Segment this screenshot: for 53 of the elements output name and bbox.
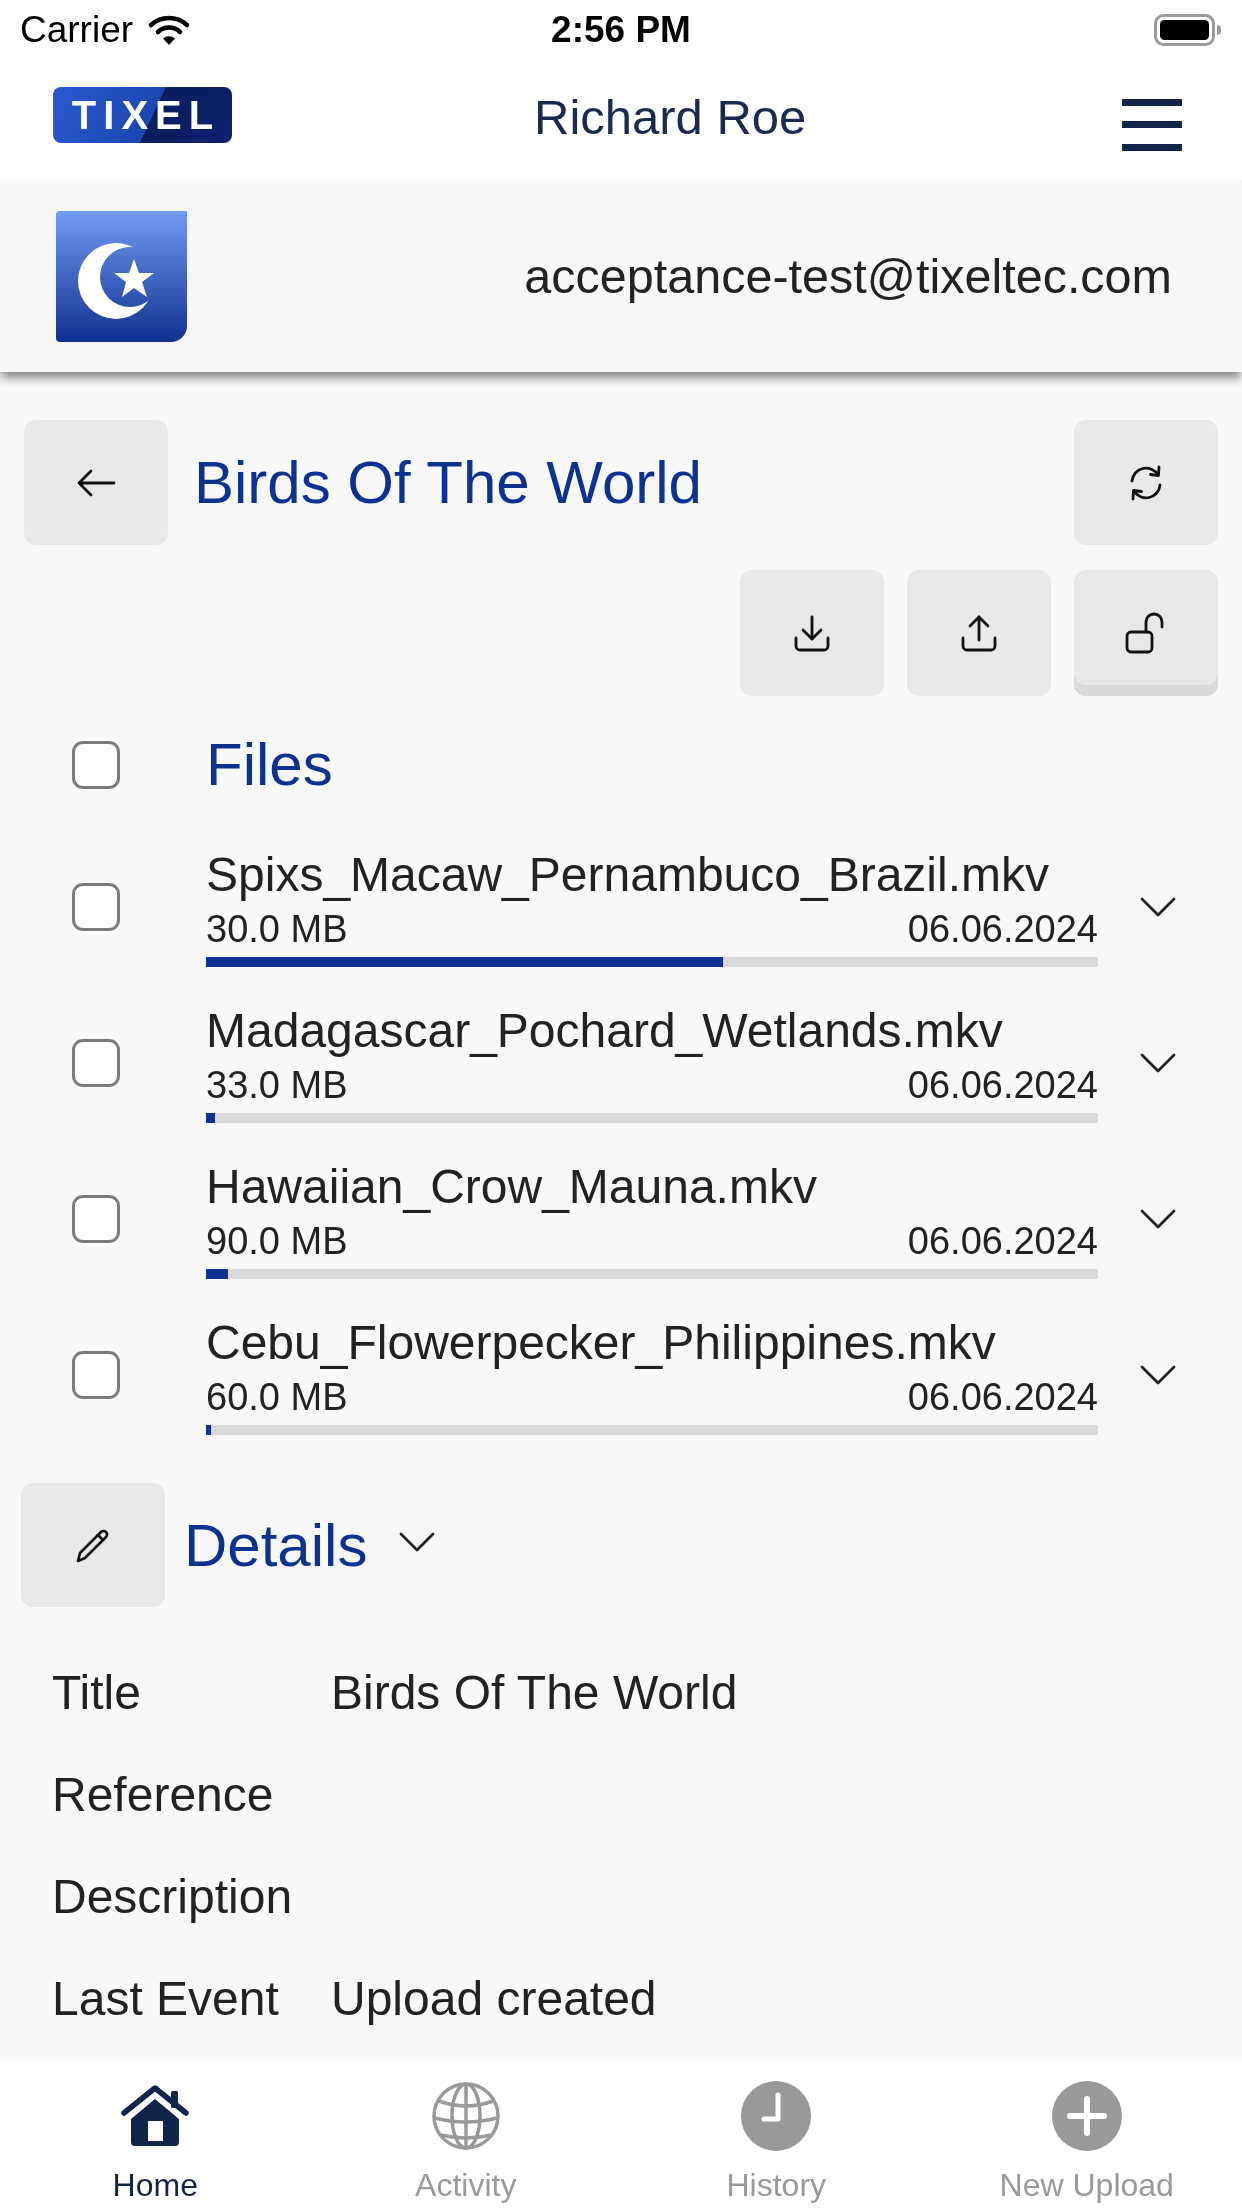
file-date: 06.06.2024 xyxy=(907,1219,1098,1263)
clock-icon xyxy=(741,2081,812,2151)
file-name: Madagascar_Pochard_Wetlands.mkv xyxy=(206,1003,1004,1059)
field-value: Birds Of The World xyxy=(331,1664,738,1720)
tab-bar-item[interactable]: Activity xyxy=(310,2060,621,2208)
account-email: acceptance-test@tixeltec.com xyxy=(524,248,1172,304)
field-label: Last Event xyxy=(52,1970,280,2026)
tab-bar-item[interactable]: New Upload xyxy=(931,2060,1242,2208)
file-name: Cebu_Flowerpecker_Philippines.mkv xyxy=(206,1315,997,1371)
menu-icon[interactable] xyxy=(1122,99,1182,151)
tab-bar-item[interactable]: History xyxy=(621,2060,932,2208)
upload-icon xyxy=(959,613,999,653)
chevron-down-icon[interactable] xyxy=(1140,1208,1176,1229)
field-label: Reference xyxy=(52,1766,275,1822)
checkbox[interactable] xyxy=(72,1350,120,1399)
file-date: 06.06.2024 xyxy=(907,1375,1098,1419)
chevron-down-icon[interactable] xyxy=(1140,1364,1176,1385)
battery-icon xyxy=(1154,14,1222,46)
user-name: Richard Roe xyxy=(534,89,807,145)
chevron-down-icon[interactable] xyxy=(1140,896,1176,917)
carrier-name: Carrier xyxy=(20,9,134,51)
download-button[interactable] xyxy=(740,570,884,696)
chevron-down-icon[interactable] xyxy=(1140,1052,1176,1073)
wifi-icon xyxy=(147,14,192,46)
checkbox[interactable] xyxy=(72,882,120,931)
field-label: Title xyxy=(52,1664,142,1720)
upload-button[interactable] xyxy=(907,570,1051,696)
file-name: Spixs_Macaw_Pernambuco_Brazil.mkv xyxy=(206,847,1050,903)
file-size: 90.0 MB xyxy=(206,1219,348,1263)
folder-title: Birds Of The World xyxy=(194,448,702,517)
file-date: 06.06.2024 xyxy=(907,1063,1098,1107)
clock-time: 2:56 PM xyxy=(551,9,691,51)
file-size: 30.0 MB xyxy=(206,907,348,951)
chevron-down-icon[interactable] xyxy=(399,1532,436,1552)
file-size: 33.0 MB xyxy=(206,1063,348,1107)
file-name: Hawaiian_Crow_Mauna.mkv xyxy=(206,1159,818,1215)
house-icon xyxy=(120,2085,191,2147)
section-heading: Details xyxy=(184,1510,368,1580)
brand-logo: TIXEL xyxy=(53,87,232,143)
field-value: Upload created xyxy=(331,1970,657,2026)
back-arrow-icon xyxy=(76,467,116,498)
field-label: Description xyxy=(52,1868,294,1924)
tab-bar-item[interactable]: Home xyxy=(0,2060,311,2208)
checkbox[interactable] xyxy=(72,1038,120,1087)
globe-icon xyxy=(430,2081,501,2151)
download-icon xyxy=(792,613,832,653)
checkbox[interactable] xyxy=(72,1194,120,1243)
lock-button[interactable] xyxy=(1074,570,1218,696)
section-heading: Files xyxy=(206,730,333,800)
file-date: 06.06.2024 xyxy=(907,907,1098,951)
plus-circle-icon xyxy=(1051,2081,1122,2151)
file-size: 60.0 MB xyxy=(206,1375,348,1419)
checkbox[interactable] xyxy=(72,741,120,789)
